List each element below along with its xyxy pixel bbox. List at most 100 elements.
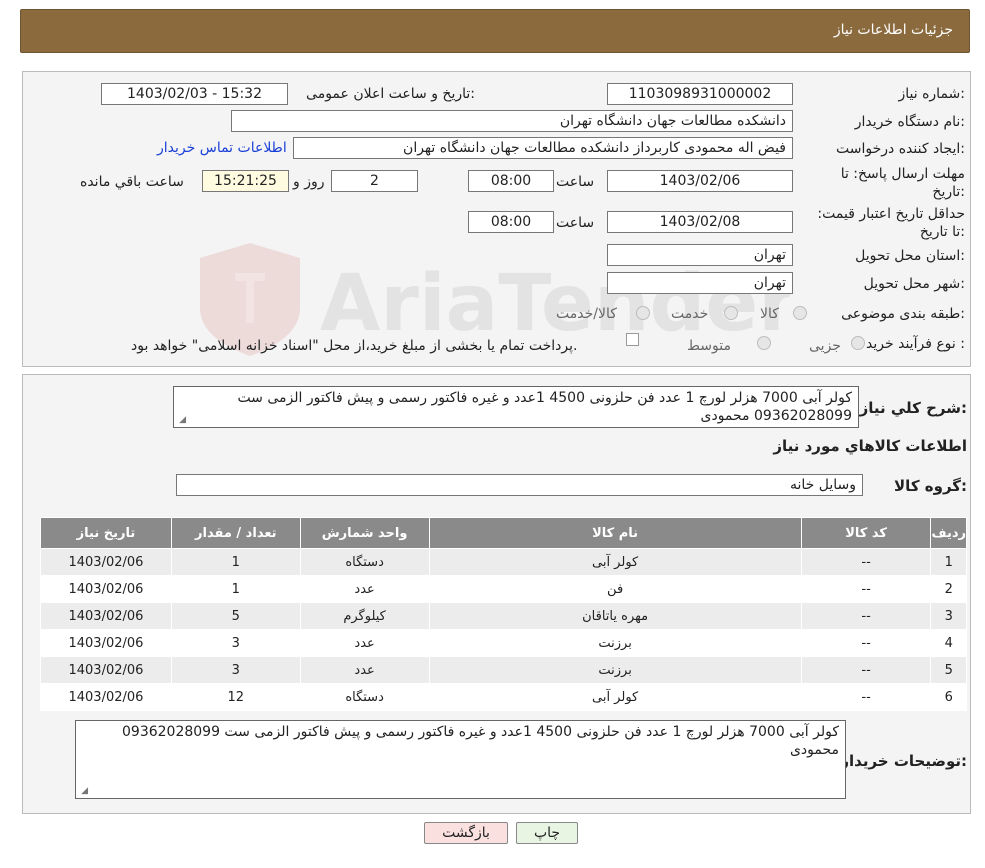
description-label: شرح کلي نياز:: [859, 399, 967, 417]
process-label: نوع فرآیند خرید :: [866, 336, 965, 352]
goods-info-title: اطلاعات کالاهاي مورد نياز: [773, 437, 967, 455]
description-text: کولر آبی 7000 هزلر لورچ 1 عدد فن حلزونی …: [237, 390, 852, 424]
col-header-unit: واحد شمارش: [299, 517, 430, 549]
cell-name: برزنت: [428, 629, 802, 657]
cell-date: 1403/02/06: [40, 656, 172, 684]
category-radio-goods[interactable]: [793, 306, 807, 320]
col-header-qty: تعداد / مقدار: [170, 517, 301, 549]
cell-code: --: [800, 548, 932, 576]
process-radio-medium[interactable]: [757, 336, 771, 350]
announce-label: تاریخ و ساعت اعلان عمومی:: [306, 86, 475, 102]
table-row: 6 -- کولر آبی دستگاه 12 1403/02/06: [40, 683, 967, 711]
province-label: استان محل تحویل:: [855, 248, 965, 264]
cell-unit: عدد: [299, 629, 430, 657]
validity-time-label: ساعت: [556, 215, 595, 231]
goods-group-field: وسایل خانه: [176, 474, 863, 496]
page-title: جزئیات اطلاعات نیاز: [833, 22, 953, 38]
cell-unit: عدد: [299, 575, 430, 603]
process-option-medium: متوسط: [687, 338, 731, 354]
creator-field: فیض اله محمودی کاربرداز دانشکده مطالعات …: [293, 137, 793, 159]
deadline-time-field: 08:00: [468, 170, 554, 192]
cell-code: --: [800, 656, 932, 684]
validity-date-field: 1403/02/08: [607, 211, 793, 233]
page-header: جزئیات اطلاعات نیاز: [20, 9, 970, 53]
cell-unit: کیلوگرم: [299, 602, 430, 630]
table-row: 5 -- برزنت عدد 3 1403/02/06: [40, 656, 967, 684]
category-label: طبقه بندی موضوعی:: [841, 306, 965, 322]
buyer-org-label: نام دستگاه خریدار:: [854, 114, 965, 130]
table-row: 2 -- فن عدد 1 1403/02/06: [40, 575, 967, 603]
need-number-field: 1103098931000002: [607, 83, 793, 105]
cell-date: 1403/02/06: [40, 602, 172, 630]
deadline-date-field: 1403/02/06: [607, 170, 793, 192]
treasury-payment-note: پرداخت تمام یا بخشی از مبلغ خرید،از محل …: [131, 338, 578, 354]
cell-name: فن: [428, 575, 802, 603]
cell-qty: 1: [170, 575, 301, 603]
announce-field: 1403/02/03 - 15:32: [101, 83, 288, 105]
contact-buyer-link[interactable]: اطلاعات تماس خریدار: [157, 140, 287, 156]
category-radio-goods-service[interactable]: [636, 306, 650, 320]
remaining-time-field: 15:21:25: [202, 170, 289, 192]
cell-code: --: [800, 683, 932, 711]
need-number-label: شماره نیاز:: [898, 86, 965, 102]
cell-row-no: 6: [930, 683, 967, 711]
category-option-goods: کالا: [760, 306, 779, 322]
cell-date: 1403/02/06: [40, 575, 172, 603]
cell-row-no: 1: [930, 548, 967, 576]
print-button[interactable]: چاپ: [516, 822, 578, 844]
buyer-notes-textarea[interactable]: کولر آبی 7000 هزلر لورچ 1 عدد فن حلزونی …: [75, 720, 846, 799]
days-label: روز و: [293, 174, 325, 190]
buyer-org-field: دانشکده مطالعات جهان دانشگاه تهران: [231, 110, 793, 132]
cell-qty: 5: [170, 602, 301, 630]
cell-name: کولر آبی: [428, 683, 802, 711]
cell-name: مهره یاتاقان: [428, 602, 802, 630]
buyer-notes-text: کولر آبی 7000 هزلر لورچ 1 عدد فن حلزونی …: [122, 724, 839, 758]
creator-label: ایجاد کننده درخواست:: [836, 141, 965, 157]
cell-row-no: 5: [930, 656, 967, 684]
city-field: تهران: [607, 272, 793, 294]
province-field: تهران: [607, 244, 793, 266]
resize-grip-icon[interactable]: ◢: [78, 786, 88, 796]
back-button[interactable]: بازگشت: [424, 822, 508, 844]
col-header-date: تاریخ نیاز: [40, 517, 172, 549]
cell-qty: 12: [170, 683, 301, 711]
cell-name: کولر آبی: [428, 548, 802, 576]
cell-date: 1403/02/06: [40, 629, 172, 657]
cell-row-no: 2: [930, 575, 967, 603]
cell-row-no: 3: [930, 602, 967, 630]
description-textarea[interactable]: کولر آبی 7000 هزلر لورچ 1 عدد فن حلزونی …: [173, 386, 859, 428]
goods-table: ردیف کد کالا نام کالا واحد شمارش تعداد /…: [40, 517, 967, 711]
col-header-code: کد کالا: [800, 517, 932, 549]
cell-qty: 1: [170, 548, 301, 576]
cell-code: --: [800, 602, 932, 630]
cell-code: --: [800, 575, 932, 603]
validity-time-field: 08:00: [468, 211, 554, 233]
col-header-name: نام کالا: [428, 517, 802, 549]
cell-name: برزنت: [428, 656, 802, 684]
process-radio-minor[interactable]: [851, 336, 865, 350]
cell-date: 1403/02/06: [40, 548, 172, 576]
table-row: 3 -- مهره یاتاقان کیلوگرم 5 1403/02/06: [40, 602, 967, 630]
deadline-label: مهلت ارسال پاسخ: تا تاریخ:: [840, 166, 965, 200]
cell-unit: دستگاه: [299, 548, 430, 576]
col-header-row-no: ردیف: [930, 517, 967, 549]
validity-label: حداقل تاریخ اعتبار قیمت: تا تاریخ:: [817, 206, 965, 240]
cell-unit: دستگاه: [299, 683, 430, 711]
treasury-payment-checkbox[interactable]: [626, 333, 639, 346]
goods-group-label: گروه کالا:: [894, 477, 967, 495]
resize-grip-icon[interactable]: ◢: [176, 415, 186, 425]
city-label: شهر محل تحویل:: [863, 276, 965, 292]
cell-code: --: [800, 629, 932, 657]
table-row: 4 -- برزنت عدد 3 1403/02/06: [40, 629, 967, 657]
cell-unit: عدد: [299, 656, 430, 684]
deadline-time-label: ساعت: [556, 174, 595, 190]
cell-qty: 3: [170, 656, 301, 684]
cell-date: 1403/02/06: [40, 683, 172, 711]
table-row: 1 -- کولر آبی دستگاه 1 1403/02/06: [40, 548, 967, 576]
category-radio-service[interactable]: [724, 306, 738, 320]
cell-qty: 3: [170, 629, 301, 657]
category-option-goods-service: کالا/خدمت: [556, 306, 617, 322]
category-option-service: خدمت: [671, 306, 709, 322]
remaining-label: ساعت باقي مانده: [80, 174, 184, 190]
table-header-row: ردیف کد کالا نام کالا واحد شمارش تعداد /…: [40, 517, 967, 549]
